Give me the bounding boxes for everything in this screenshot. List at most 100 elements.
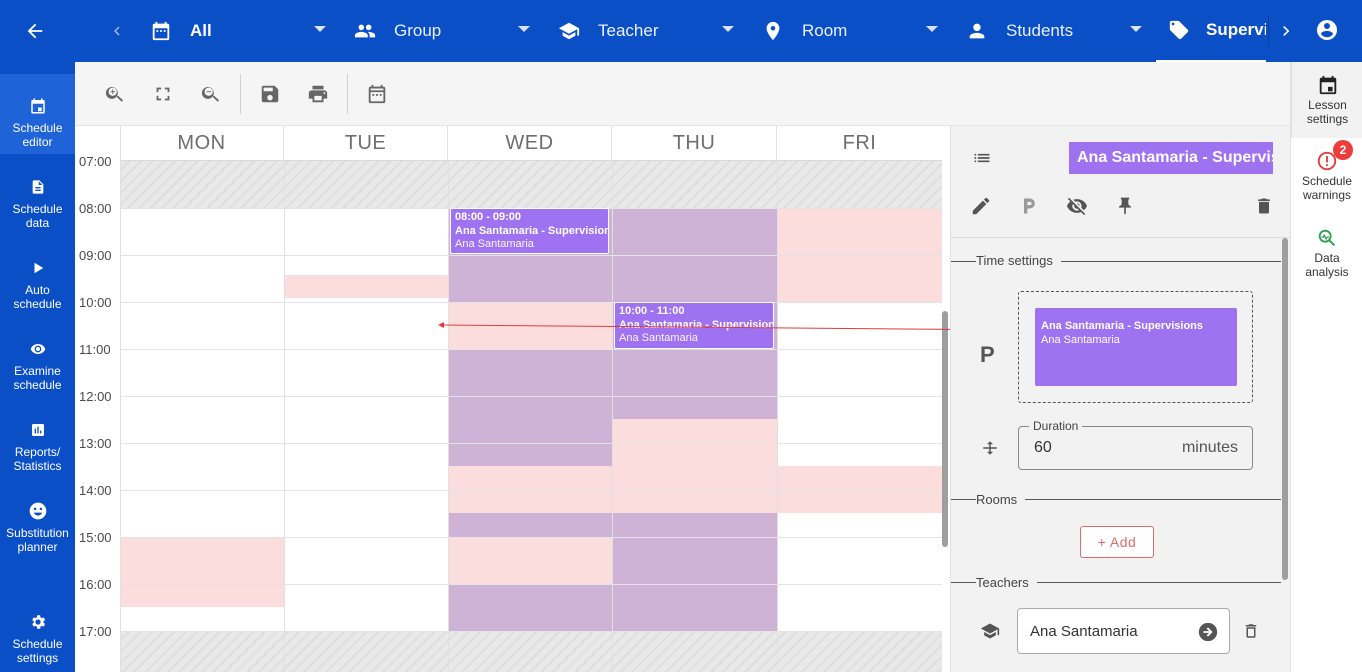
draggable-lesson-card[interactable]: Ana Santamaria - Supervisions Ana Santam…: [1035, 308, 1237, 386]
side-lesson-settings[interactable]: Lesson settings: [1291, 62, 1362, 138]
side-data-analysis[interactable]: Data analysis: [1291, 227, 1362, 291]
nav-schedule-data[interactable]: Schedule data: [0, 155, 75, 235]
parking-button[interactable]: [1016, 193, 1042, 219]
warnings-count-badge: 2: [1333, 140, 1353, 160]
lesson-time: 08:00 - 09:00: [455, 211, 522, 223]
nav-schedule-editor[interactable]: Schedule editor: [0, 74, 75, 154]
app-root: All Group Teacher Room Students Supervi …: [0, 0, 1362, 672]
time-label: 15:00: [79, 530, 112, 545]
account-button[interactable]: [1312, 14, 1342, 46]
list-icon[interactable]: [969, 145, 995, 171]
panel-scrollbar[interactable]: [1282, 238, 1288, 580]
time-label: 10:00: [79, 295, 112, 310]
tabs-prev-button[interactable]: [106, 16, 128, 46]
tag-icon: [1168, 17, 1190, 43]
edit-button[interactable]: [968, 193, 994, 219]
time-label: 11:00: [79, 342, 111, 357]
lesson-card[interactable]: 08:00 - 09:00 Ana Santamaria - Supervisi…: [450, 208, 609, 254]
teacher-field[interactable]: Ana Santamaria: [1017, 608, 1230, 654]
toolbar-divider: [347, 74, 348, 114]
day-header-thu: THU: [612, 126, 777, 160]
filter-all[interactable]: All: [136, 0, 340, 62]
hour-line: [120, 490, 942, 491]
filter-students[interactable]: Students: [952, 0, 1156, 62]
time-label: 16:00: [79, 577, 112, 592]
unavailable-block: [120, 537, 284, 607]
fit-screen-button[interactable]: [149, 80, 177, 108]
unavailable-block: [284, 275, 448, 298]
pin-button[interactable]: [1112, 193, 1138, 219]
time-label: 07:00: [79, 154, 112, 169]
nav-label: Schedule editor: [12, 121, 63, 149]
back-button[interactable]: [18, 14, 52, 48]
side-schedule-warnings[interactable]: Schedule warnings: [1291, 150, 1362, 214]
busy-block: [448, 513, 612, 537]
hour-line: [120, 443, 942, 444]
calendar-icon: [368, 84, 386, 104]
print-button[interactable]: [304, 80, 332, 108]
calendar-scrollbar[interactable]: [942, 311, 948, 547]
zoom-out-icon: [201, 86, 220, 102]
lesson-name: Ana Santamaria - Supervisions: [455, 225, 609, 237]
chevron-down-icon[interactable]: [926, 26, 938, 32]
arrow-circle-right-icon[interactable]: [1197, 621, 1219, 643]
day-divider: [284, 160, 285, 672]
nav-label: Substitution planner: [6, 526, 69, 554]
tabs-next-button[interactable]: [1268, 16, 1302, 46]
nav-substitution-planner[interactable]: Substitution planner: [0, 479, 75, 559]
time-label: 14:00: [79, 483, 112, 498]
time-label: 09:00: [79, 248, 112, 263]
nav-schedule-settings[interactable]: Schedule settings: [0, 590, 75, 670]
nav-label: Examine schedule: [13, 364, 62, 392]
filter-students-label: Students: [1006, 21, 1074, 40]
chevron-down-icon[interactable]: [1130, 26, 1142, 32]
calendar-view-button[interactable]: [363, 80, 391, 108]
filter-supervisions-label: Supervis: [1206, 20, 1266, 39]
nav-examine-schedule[interactable]: Examine schedule: [0, 317, 75, 397]
time-label: 12:00: [79, 389, 112, 404]
chevron-down-icon[interactable]: [518, 26, 530, 32]
eye-off-icon: [1066, 197, 1087, 216]
play-icon: [28, 258, 48, 278]
unavailable-hatch-evening: [120, 631, 942, 672]
filter-room-label: Room: [802, 21, 848, 40]
filter-group[interactable]: Group: [340, 0, 544, 62]
delete-button[interactable]: [1251, 193, 1277, 219]
school-icon: [556, 18, 582, 44]
pencil-icon: [972, 197, 990, 215]
zoom-in-icon: [105, 86, 124, 102]
lesson-title-chip: Ana Santamaria - Supervisions: [1069, 142, 1273, 174]
chevron-down-icon[interactable]: [722, 26, 734, 32]
filter-supervisions[interactable]: Supervis: [1156, 0, 1266, 62]
nav-reports-statistics[interactable]: Reports/ Statistics: [0, 398, 75, 478]
person-icon: [964, 18, 990, 44]
toolbar-divider: [240, 74, 241, 114]
filter-teacher[interactable]: Teacher: [544, 0, 748, 62]
left-nav: Schedule editor Schedule data Auto sched…: [0, 62, 75, 672]
filter-room[interactable]: Room: [748, 0, 952, 62]
nav-auto-schedule[interactable]: Auto schedule: [0, 236, 75, 316]
time-label: 17:00: [79, 624, 112, 639]
remove-teacher-button[interactable]: [1238, 618, 1264, 644]
save-button[interactable]: [256, 80, 284, 108]
school-icon: [977, 618, 1003, 644]
nav-label: Schedule settings: [12, 637, 63, 665]
time-label: 08:00: [79, 201, 112, 216]
duration-value[interactable]: 60: [1034, 439, 1052, 457]
nav-label: Reports/ Statistics: [13, 445, 62, 473]
hide-button[interactable]: [1064, 193, 1090, 219]
trash-icon: [1258, 198, 1270, 214]
panel-header: Ana Santamaria - Supervisions: [951, 126, 1290, 238]
time-settings-label: Time settings: [976, 253, 1061, 268]
day-divider: [612, 160, 613, 672]
duration-field[interactable]: Duration 60 minutes: [1018, 419, 1253, 470]
zoom-in-button[interactable]: [101, 80, 129, 108]
zoom-out-button[interactable]: [197, 80, 225, 108]
chevron-down-icon[interactable]: [314, 26, 326, 32]
busy-block: [612, 513, 777, 631]
add-room-button[interactable]: + Add: [1080, 526, 1154, 558]
lesson-drop-zone[interactable]: Ana Santamaria - Supervisions Ana Santam…: [1018, 291, 1253, 403]
side-label: Data analysis: [1305, 251, 1349, 279]
chart-icon: [28, 420, 48, 440]
nav-label: Auto schedule: [13, 283, 62, 311]
